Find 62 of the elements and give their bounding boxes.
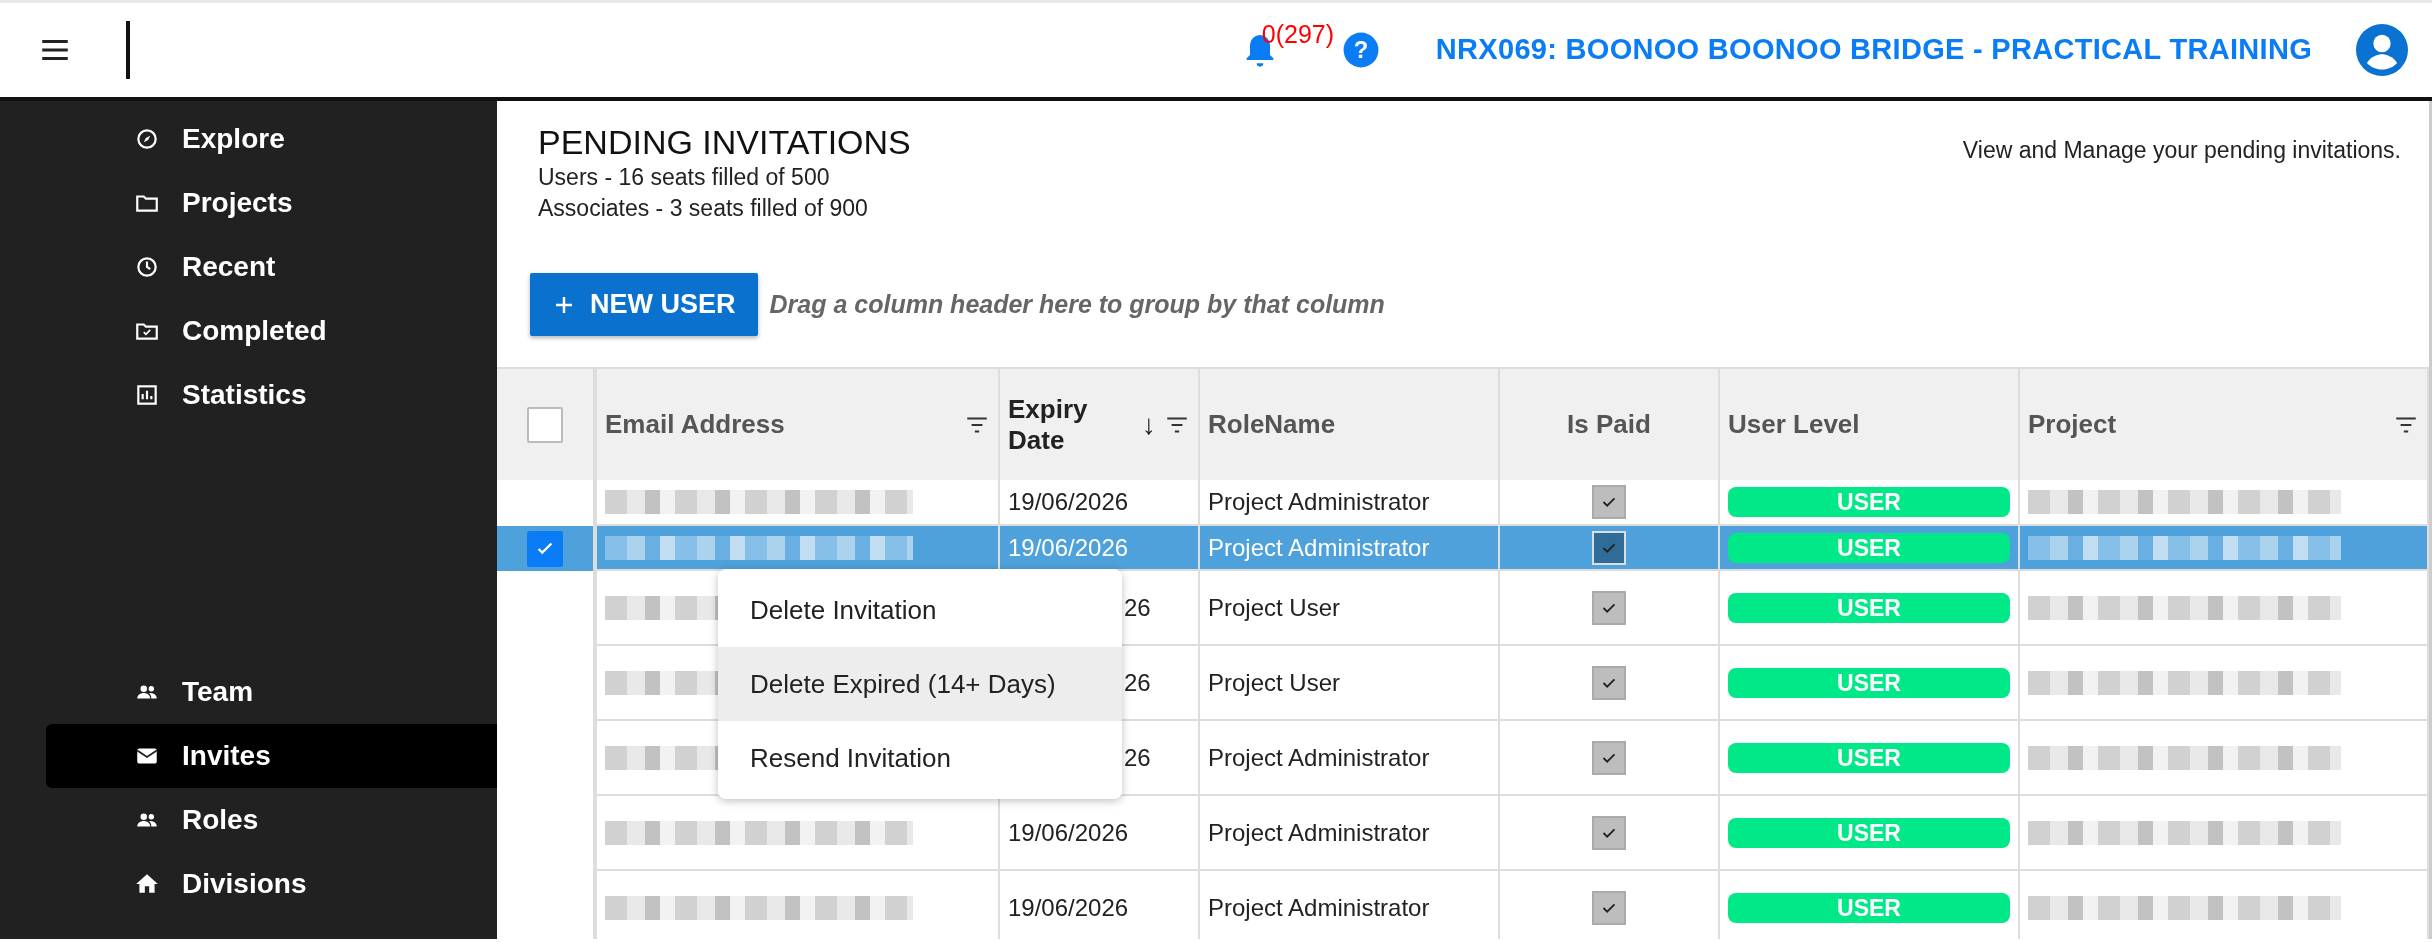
column-header[interactable]: Is Paid (1567, 405, 1651, 445)
user-level-badge: USER (1728, 892, 2010, 923)
sidebar-item[interactable]: Explore (46, 107, 497, 171)
table-cell-text: 19/06/2026 (1008, 532, 1129, 563)
sidebar-item[interactable]: Recent (46, 235, 497, 299)
sidebar-item[interactable]: Team (46, 660, 497, 724)
table-cell-text: 26 (1124, 742, 1151, 773)
column-header[interactable]: Expiry Date (1008, 393, 1118, 456)
paid-checkbox[interactable] (1592, 890, 1626, 925)
sidebar-item[interactable]: Divisions (46, 852, 497, 916)
table-cell-text: 26 (1124, 592, 1151, 623)
user-level-badge: USER (1728, 592, 2010, 623)
sidebar-item[interactable]: Roles (46, 788, 497, 852)
notification-count: 0(297) (1261, 19, 1335, 50)
user-level-badge: USER (1728, 742, 2010, 773)
sort-arrow[interactable]: ↓ (1142, 403, 1156, 446)
paid-checkbox[interactable] (1592, 815, 1626, 850)
compass-icon (134, 126, 160, 152)
clock-icon (134, 254, 160, 280)
column-header[interactable]: Project (2028, 405, 2117, 445)
bar-chart-icon (134, 382, 160, 408)
table-cell-text: Project Administrator (1208, 817, 1430, 848)
column-header[interactable]: Email Address (605, 405, 785, 445)
paid-checkbox[interactable] (1592, 590, 1626, 625)
row-checkbox[interactable] (527, 530, 563, 567)
user-level-badge: USER (1728, 532, 2010, 563)
table-cell-text: Project Administrator (1208, 487, 1430, 518)
table-cell-text: 26 (1124, 667, 1151, 698)
menu-item[interactable]: Resend Invitation (718, 721, 1122, 795)
column-header[interactable]: User Level (1728, 405, 1860, 445)
menu-item[interactable]: Delete Invitation (718, 573, 1122, 647)
avatar-icon[interactable] (2356, 24, 2408, 76)
group-hint-text: Drag a column header here to group by that column (769, 288, 1385, 320)
paid-checkbox[interactable] (1592, 740, 1626, 775)
help-icon[interactable]: ? (1341, 31, 1380, 69)
user-level-badge: USER (1728, 487, 2010, 518)
paid-checkbox[interactable] (1592, 485, 1626, 520)
sidebar-item[interactable]: Statistics (46, 363, 497, 427)
paid-checkbox[interactable] (1592, 665, 1626, 700)
sidebar-item[interactable]: Completed (46, 299, 497, 363)
table-cell-text: 19/06/2026 (1008, 892, 1129, 923)
page-description: View and Manage your pending invitations. (1962, 136, 2401, 165)
page-title: PENDING INVITATIONS (538, 123, 911, 163)
seat-count-text: Users - 16 seats filled of 500 (538, 163, 831, 193)
table-cell-text: Project User (1208, 592, 1341, 623)
table-cell-text: 19/06/2026 (1008, 487, 1129, 518)
table-cell-text: Project Administrator (1208, 532, 1430, 563)
sidebar-item[interactable]: Projects (46, 171, 497, 235)
table-cell-text: Project Administrator (1208, 892, 1430, 923)
select-all-checkbox[interactable] (527, 406, 563, 443)
new-user-button[interactable]: NEW USER (530, 273, 758, 337)
text-cursor (126, 21, 130, 79)
sidebar-item[interactable]: Invites (46, 724, 497, 788)
table-cell-text: 19/06/2026 (1008, 817, 1129, 848)
user-level-badge: USER (1728, 817, 2010, 848)
seat-count-text: Associates - 3 seats filled of 900 (538, 194, 869, 224)
column-header[interactable]: RoleName (1208, 405, 1336, 445)
menu-item[interactable]: Delete Expired (14+ Days) (718, 647, 1122, 721)
table-cell-text: Project User (1208, 667, 1341, 698)
user-level-badge: USER (1728, 667, 2010, 698)
table-cell-text: Project Administrator (1208, 742, 1430, 773)
project-title-link[interactable]: NRX069: BOONOO BOONOO BRIDGE - PRACTICAL TRAINING (1435, 28, 2312, 72)
